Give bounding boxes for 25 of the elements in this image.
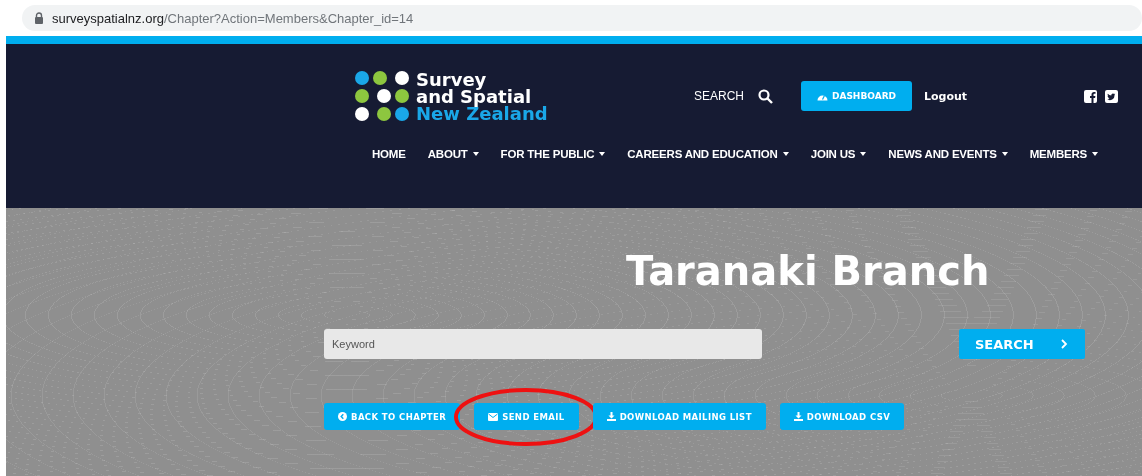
lock-icon [34, 12, 44, 24]
facebook-icon[interactable] [1084, 89, 1097, 103]
download-icon [793, 412, 803, 421]
nav-item[interactable]: NEWS AND EVENTS [877, 148, 1019, 160]
logo-icon [354, 69, 412, 123]
nav-item[interactable]: HOME [361, 148, 417, 160]
nav-item[interactable]: MEMBERS [1018, 148, 1110, 160]
url-domain: surveyspatialnz.org [52, 10, 164, 26]
nav-item[interactable]: FOR THE PUBLIC [489, 148, 617, 160]
search-icon[interactable] [758, 88, 773, 104]
address-bar[interactable]: surveyspatialnz.org/Chapter?Action=Members&Chapter_id=14 [22, 5, 1142, 31]
logout-link[interactable]: Logout [924, 89, 1084, 103]
page-title: Taranaki Branch [626, 247, 991, 296]
twitter-icon[interactable] [1105, 89, 1118, 103]
logo-text: Survey [416, 70, 487, 88]
nav-item[interactable]: ABOUT [416, 148, 490, 160]
url-path: /Chapter?Action=Members&Chapter_id=14 [164, 10, 414, 26]
keyword-field[interactable]: Keyword [324, 329, 762, 359]
download-icon [606, 412, 616, 421]
nav-item[interactable]: JOIN US [799, 148, 878, 160]
back-arrow-icon [338, 412, 347, 421]
search-label[interactable]: SEARCH [694, 89, 744, 103]
envelope-icon [488, 412, 499, 421]
nav-item[interactable]: CAREERS AND EDUCATION [616, 148, 800, 160]
chevron-right-icon [1059, 339, 1068, 349]
